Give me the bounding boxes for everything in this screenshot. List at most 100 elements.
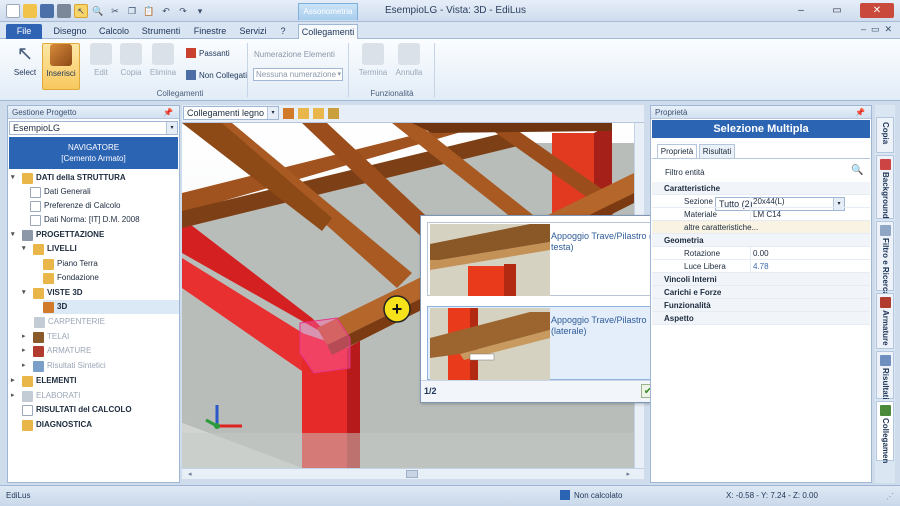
side-tab-armature[interactable]: Armature — [876, 293, 894, 349]
tree-item-3d[interactable]: 3D — [43, 300, 179, 314]
side-tab-risultati[interactable]: Risultati — [876, 351, 894, 400]
paste-icon[interactable]: 📋 — [142, 4, 156, 18]
prop-row-rotazione[interactable]: Rotazione 0.00 — [652, 247, 870, 260]
prop-category-geometria[interactable]: Geometria — [652, 234, 870, 247]
customize-icon[interactable]: ▾ — [193, 4, 207, 18]
insert-button[interactable]: Inserisci — [42, 43, 80, 90]
side-tab-filtro[interactable]: Filtro e Ricerca — [876, 221, 894, 296]
tree-item-progettazione[interactable]: ▾ PROGETTAZIONE — [11, 228, 104, 242]
close-icon[interactable]: ✕ — [860, 3, 894, 18]
view-front-icon[interactable] — [283, 108, 294, 119]
prop-row-sezione[interactable]: Sezione 20x44(L) — [652, 195, 870, 208]
tab-risultati[interactable]: Risultati — [699, 144, 735, 158]
passanti-button[interactable]: Passanti — [186, 48, 230, 58]
tab-disegno[interactable]: Disegno — [50, 24, 90, 39]
expand-icon[interactable]: ▸ — [22, 330, 30, 344]
cancel-button[interactable]: Annulla — [392, 43, 426, 77]
maximize-icon[interactable]: ▭ — [824, 3, 850, 18]
edit-button[interactable]: Edit — [84, 43, 118, 77]
search-icon[interactable]: 🔍 — [851, 165, 863, 176]
tab-collegamenti[interactable]: Collegamenti — [298, 24, 358, 39]
undo-icon[interactable]: ↶ — [159, 4, 173, 18]
tree-item-dati-norma[interactable]: Dati Norma: [IT] D.M. 2008 — [30, 213, 140, 227]
tree-item-armature[interactable]: ▸ ARMATURE — [22, 344, 91, 358]
view-iso-icon[interactable] — [328, 108, 339, 119]
document-icon — [30, 200, 41, 212]
expand-icon[interactable]: ▾ — [11, 228, 19, 242]
context-tab-label: Assonometria — [298, 3, 358, 20]
tree-item-fondazione[interactable]: Fondazione — [43, 271, 99, 285]
view-mode-combo[interactable]: Collegamenti legno ▾ — [183, 106, 279, 120]
numbering-dropdown[interactable]: Nessuna numerazione ▾ — [253, 68, 343, 81]
tree-item-preferenze[interactable]: Preferenze di Calcolo — [30, 199, 120, 213]
copy-icon[interactable]: ❐ — [125, 4, 139, 18]
prop-category-aspetto[interactable]: Aspetto — [652, 312, 870, 325]
prop-category-funzionalita[interactable]: Funzionalità — [652, 299, 870, 312]
prop-row-luce-libera[interactable]: Luce Libera 4.78 — [652, 260, 870, 273]
select-button[interactable]: ↖ Select — [8, 43, 42, 77]
project-combo[interactable]: EsempioLG ▾ — [9, 121, 178, 135]
option-appoggio-laterale[interactable]: Appoggio Trave/Pilastro (laterale) — [427, 306, 673, 380]
minimize-icon[interactable]: – — [788, 3, 814, 18]
tree-item-livelli[interactable]: ▾ LIVELLI — [22, 242, 77, 256]
side-tab-copia[interactable]: Copia — [876, 117, 894, 153]
prop-row-altre[interactable]: altre caratteristiche... — [652, 221, 870, 234]
tab-finestre[interactable]: Finestre — [190, 24, 230, 39]
option-appoggio-testa[interactable]: Appoggio Trave/Pilastro (in testa) — [427, 222, 673, 296]
tab-servizi[interactable]: Servizi — [236, 24, 270, 39]
redo-icon[interactable]: ↷ — [176, 4, 190, 18]
tree-item-elementi[interactable]: ▸ ELEMENTI — [11, 374, 76, 388]
pin-icon[interactable]: 📌 — [855, 106, 865, 119]
tree-item-telai[interactable]: ▸ TELAI — [22, 330, 69, 344]
tree-item-risultati-sintetici[interactable]: ▸ Risultati Sintetici — [22, 359, 106, 373]
save-icon[interactable] — [40, 4, 54, 18]
copy-button[interactable]: Copia — [114, 43, 148, 77]
ribbon-window-controls[interactable]: – ▭ ✕ — [861, 24, 892, 35]
open-folder-icon[interactable] — [23, 4, 37, 18]
prop-key: Caratteristiche — [664, 184, 721, 193]
view-side-icon[interactable] — [313, 108, 324, 119]
tab-calcolo[interactable]: Calcolo — [96, 24, 132, 39]
scroll-right-icon[interactable]: ▸ — [626, 470, 630, 478]
expand-icon[interactable]: ▾ — [11, 171, 19, 185]
expand-icon[interactable]: ▾ — [22, 286, 30, 300]
non-collegati-label: Non Collegati — [199, 70, 248, 80]
expand-icon[interactable]: ▸ — [11, 389, 19, 403]
side-tab-background[interactable]: Background — [876, 155, 894, 219]
tab-proprieta[interactable]: Proprietà — [657, 144, 697, 158]
tab-strumenti[interactable]: Strumenti — [138, 24, 184, 39]
prop-category-caratteristiche[interactable]: Caratteristiche — [652, 182, 870, 195]
view-top-icon[interactable] — [298, 108, 309, 119]
pin-icon[interactable]: 📌 — [163, 106, 173, 119]
prop-category-vincoli[interactable]: Vincoli Interni — [652, 273, 870, 286]
prop-row-materiale[interactable]: Materiale LM C14 — [652, 208, 870, 221]
non-collegati-button[interactable]: Non Collegati — [186, 70, 247, 80]
prop-category-carichi[interactable]: Carichi e Forze — [652, 286, 870, 299]
expand-icon[interactable]: ▸ — [11, 374, 19, 388]
viewport-horizontal-scrollbar[interactable]: ◂ ▸ — [182, 468, 644, 479]
expand-icon[interactable]: ▸ — [22, 344, 30, 358]
resize-grip-icon[interactable]: ⋰ — [886, 492, 894, 501]
print-icon[interactable] — [57, 4, 71, 18]
tree-item-diagnostica[interactable]: DIAGNOSTICA — [22, 418, 92, 432]
tree-item-viste-3d[interactable]: ▾ VISTE 3D — [22, 286, 83, 300]
tree-item-risultati-calcolo[interactable]: RISULTATI del CALCOLO — [22, 403, 132, 417]
side-tab-collegamenti[interactable]: Collegamen — [876, 401, 894, 463]
tree-item-elaborati[interactable]: ▸ ELABORATI — [11, 389, 80, 403]
pointer-icon[interactable]: ↖ — [74, 4, 88, 18]
new-file-icon[interactable] — [6, 4, 20, 18]
cut-icon[interactable]: ✂ — [108, 4, 122, 18]
expand-icon[interactable]: ▸ — [22, 359, 30, 373]
delete-button[interactable]: Elimina — [146, 43, 180, 77]
tree-item-carpenterie[interactable]: CARPENTERIE — [34, 315, 105, 329]
scroll-thumb[interactable] — [406, 470, 418, 478]
expand-icon[interactable]: ▾ — [22, 242, 30, 256]
tree-item-piano-terra[interactable]: Piano Terra — [43, 257, 98, 271]
scroll-left-icon[interactable]: ◂ — [188, 470, 192, 478]
tree-item-dati-generali[interactable]: Dati Generali — [30, 185, 91, 199]
end-button[interactable]: Termina — [356, 43, 390, 77]
tab-help[interactable]: ? — [276, 24, 290, 39]
tree-item-dati-struttura[interactable]: ▾ DATI della STRUTTURA — [11, 171, 126, 185]
tab-file[interactable]: File — [6, 24, 42, 39]
zoom-icon[interactable]: 🔍 — [91, 4, 105, 18]
